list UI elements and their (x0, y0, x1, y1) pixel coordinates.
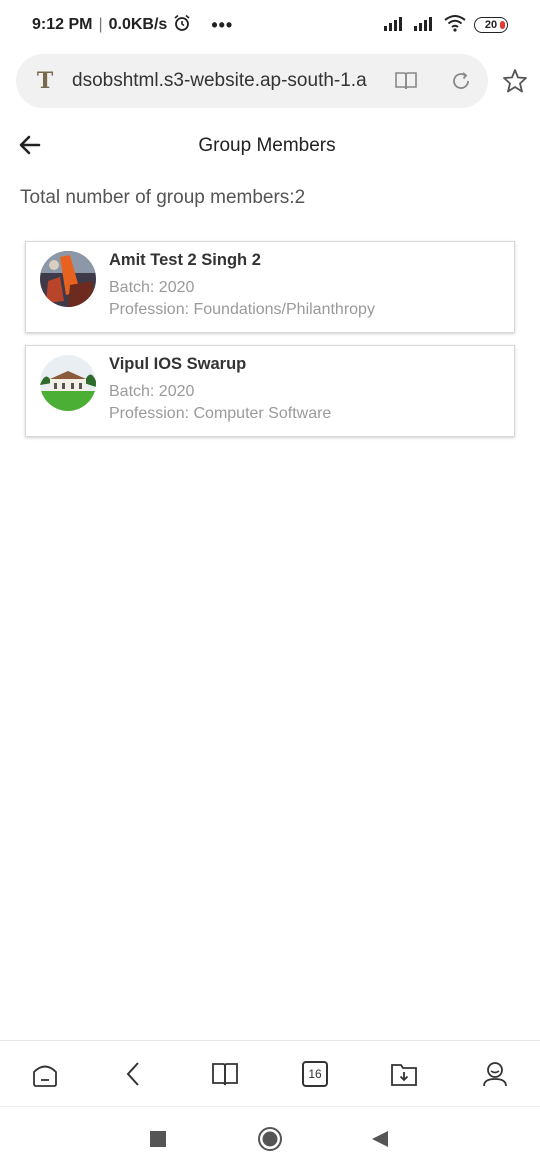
recents-square-icon[interactable] (149, 1130, 167, 1153)
page-header: Group Members (0, 120, 540, 170)
chevron-left-icon[interactable] (119, 1059, 149, 1089)
member-batch: Batch: 2020 (109, 279, 195, 296)
battery-low-indicator (500, 21, 505, 29)
signal-icon-2 (414, 15, 436, 36)
member-profession: Profession: Computer Software (109, 405, 332, 422)
member-name: Vipul IOS Swarup (109, 355, 247, 373)
status-time: 9:12 PM (32, 16, 93, 33)
wifi-icon (444, 14, 466, 37)
address-bar[interactable]: T dsobshtml.s3-website.ap-south-1.a (16, 54, 488, 108)
member-card[interactable]: Amit Test 2 Singh 2 Batch: 2020 Professi… (25, 241, 515, 333)
alarm-icon (173, 14, 191, 37)
tab-count: 16 (302, 1061, 328, 1087)
avatar (40, 355, 96, 411)
profile-icon[interactable] (480, 1059, 510, 1089)
bookmark-star-icon[interactable] (502, 68, 528, 99)
member-name: Amit Test 2 Singh 2 (109, 251, 261, 269)
signal-icon (384, 15, 406, 36)
home-circle-icon[interactable] (257, 1126, 283, 1157)
browser-toolbar: 16 (0, 1040, 540, 1106)
status-left: 9:12 PM | 0.0KB/s ••• (32, 14, 233, 37)
back-triangle-icon[interactable] (371, 1130, 389, 1153)
browser-address-row: T dsobshtml.s3-website.ap-south-1.a (0, 54, 540, 110)
avatar (40, 251, 96, 307)
system-navigation-bar (0, 1106, 540, 1170)
bookmarks-book-icon[interactable] (210, 1059, 240, 1089)
member-count-text: Total number of group members:2 (20, 187, 306, 208)
tabs-button[interactable]: 16 (300, 1059, 330, 1089)
member-card[interactable]: Vipul IOS Swarup Batch: 2020 Profession:… (25, 345, 515, 437)
downloads-folder-icon[interactable] (389, 1059, 419, 1089)
page-title: Group Members (198, 135, 336, 156)
more-notifications: ••• (211, 14, 234, 35)
reader-mode-icon[interactable] (394, 70, 418, 97)
battery-level: 20 (484, 19, 498, 31)
member-profession: Profession: Foundations/Philanthropy (109, 301, 375, 318)
battery-icon: 20 (474, 17, 508, 33)
status-right: 20 (384, 14, 508, 37)
status-separator: | (98, 16, 103, 33)
url-text[interactable]: dsobshtml.s3-website.ap-south-1.a (72, 70, 372, 92)
home-icon[interactable] (30, 1059, 60, 1089)
refresh-icon[interactable] (450, 70, 472, 97)
network-speed: 0.0KB/s (108, 16, 168, 33)
site-favicon-icon: T (36, 68, 54, 94)
status-bar: 9:12 PM | 0.0KB/s ••• 20 (0, 0, 540, 50)
member-batch: Batch: 2020 (109, 383, 195, 400)
